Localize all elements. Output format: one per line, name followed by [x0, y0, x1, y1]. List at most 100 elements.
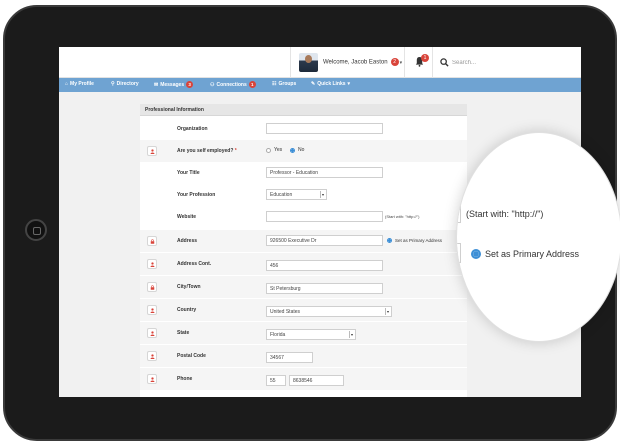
search-icon[interactable]	[440, 58, 449, 67]
select-value: Florida	[270, 332, 286, 338]
users-icon: ⚇	[210, 81, 215, 88]
welcome-text: Welcome, Jacob Easton	[323, 59, 388, 66]
user-menu[interactable]: Welcome, Jacob Easton 2 ▾	[323, 58, 402, 66]
form-row-self-employed: Are you self employed? * Yes No	[140, 140, 467, 162]
magnifier-callout: (Start with: "http://") Set as Primary A…	[456, 132, 620, 342]
person-icon	[150, 377, 155, 382]
field-label: Organization	[177, 126, 208, 132]
form-row-state: State Florida ▾	[140, 322, 467, 344]
radio-yes-label: Yes	[274, 147, 283, 153]
privacy-toggle[interactable]	[147, 282, 157, 292]
field-label: Phone	[177, 376, 193, 382]
panel-header: Professional Information	[140, 104, 467, 116]
chevron-down-icon: ▾	[349, 331, 353, 338]
panel-title: Professional Information	[145, 107, 204, 113]
home-icon: ⌂	[65, 81, 69, 87]
chevron-down-icon: ▾	[399, 59, 403, 66]
nav-label: Connections	[216, 81, 247, 88]
organization-input[interactable]	[266, 123, 383, 134]
title-input[interactable]: Professor - Education	[266, 167, 383, 178]
home-button-icon	[25, 219, 47, 241]
nav-label: Quick Links	[317, 81, 346, 87]
group-icon: ☷	[272, 81, 277, 87]
privacy-toggle[interactable]	[147, 146, 157, 156]
phone-area-input[interactable]: 55	[266, 375, 286, 386]
field-label: Address	[177, 238, 198, 244]
privacy-toggle[interactable]	[147, 259, 157, 269]
field-label: Address Cont.	[177, 261, 212, 267]
professional-info-panel: Professional Information Organization Ar…	[140, 104, 467, 397]
phone-number-input[interactable]: 8638546	[289, 375, 344, 386]
privacy-toggle[interactable]	[147, 236, 157, 246]
magnified-hint: (Start with: "http://")	[466, 209, 544, 219]
nav-item-directory[interactable]: ⚲ Directory	[111, 81, 139, 87]
person-icon	[150, 354, 155, 359]
form-row-address-cont: Address Cont. 456	[140, 253, 467, 275]
nav-item-messages[interactable]: ✉ Messages 3	[154, 81, 194, 88]
search-input[interactable]	[452, 56, 562, 69]
lock-icon	[150, 239, 155, 244]
form-row-phone: Phone 55 8638546	[140, 368, 467, 390]
privacy-toggle[interactable]	[147, 374, 157, 384]
form-row-organization: Organization	[140, 118, 467, 140]
privacy-toggle[interactable]	[147, 351, 157, 361]
field-label: Postal Code	[177, 353, 206, 359]
stage: Welcome, Jacob Easton2▾ 1 ⌂My Profile ⚲D…	[0, 0, 620, 445]
user-badge: 2	[390, 58, 399, 66]
address-input[interactable]: 926500 Executive Dr	[266, 235, 383, 246]
postal-code-input[interactable]: 34567	[266, 352, 313, 363]
top-bar: Welcome, Jacob Easton 2 ▾ 1	[59, 47, 581, 78]
magnified-primary-label: Set as Primary Address	[485, 249, 580, 259]
radio-no[interactable]	[290, 148, 295, 153]
nav-label: Groups	[278, 81, 297, 87]
country-select[interactable]: United States ▾	[266, 306, 392, 317]
primary-address-radio[interactable]	[387, 238, 392, 243]
notification-badge: 1	[421, 54, 429, 62]
primary-address-label: Set as Primary Address	[395, 238, 443, 243]
nav-label: Messages	[160, 81, 185, 88]
person-icon	[150, 308, 155, 313]
radio-yes[interactable]	[266, 148, 271, 153]
wrench-icon: ✎	[311, 81, 316, 87]
search-icon: ⚲	[111, 81, 115, 87]
top-bar-divider	[432, 47, 433, 78]
form-row-country: Country United States ▾	[140, 299, 467, 321]
chevron-down-icon: ▾	[347, 81, 351, 87]
field-label: Country	[177, 307, 197, 313]
field-label: State	[177, 330, 190, 336]
nav-item-my-profile[interactable]: ⌂ My Profile	[65, 81, 94, 87]
field-label: Are you self employed? *	[177, 148, 237, 154]
nav-item-connections[interactable]: ⚇ Connections 1	[210, 81, 256, 88]
nav-item-groups[interactable]: ☷ Groups	[272, 81, 296, 87]
website-hint: (Start with: "http://")	[385, 214, 420, 219]
top-bar-divider	[404, 47, 405, 78]
messages-badge: 3	[186, 81, 194, 88]
field-label: City/Town	[177, 284, 201, 290]
form-row-address: Address 926500 Executive Dr Set as Prima…	[140, 230, 467, 252]
field-label: Your Profession	[177, 192, 216, 198]
nav-label: Directory	[116, 81, 139, 87]
website-input[interactable]	[266, 211, 383, 222]
magnified-primary-radio	[471, 249, 481, 259]
state-select[interactable]: Florida ▾	[266, 329, 356, 340]
form-row-profession: Your Profession Education ▾	[140, 184, 467, 206]
lock-icon	[150, 285, 155, 290]
envelope-icon: ✉	[154, 81, 159, 88]
privacy-toggle[interactable]	[147, 328, 157, 338]
person-icon	[150, 262, 155, 267]
nav-item-quick-links[interactable]: ✎ Quick Links ▾	[311, 81, 350, 87]
avatar[interactable]	[299, 53, 318, 72]
privacy-toggle[interactable]	[147, 305, 157, 315]
magnified-address-cont-input	[457, 283, 461, 303]
magnified-website-input	[457, 203, 461, 223]
profession-select[interactable]: Education ▾	[266, 189, 327, 200]
person-icon	[150, 331, 155, 336]
select-value: United States	[270, 309, 301, 315]
field-label: Your Title	[177, 170, 200, 176]
chevron-down-icon: ▾	[385, 308, 389, 315]
top-bar-divider	[290, 47, 291, 78]
connections-badge: 1	[248, 81, 256, 88]
city-input[interactable]: St Petersburg	[266, 283, 383, 294]
address-cont-input[interactable]: 456	[266, 260, 383, 271]
magnified-address-input	[457, 243, 461, 263]
